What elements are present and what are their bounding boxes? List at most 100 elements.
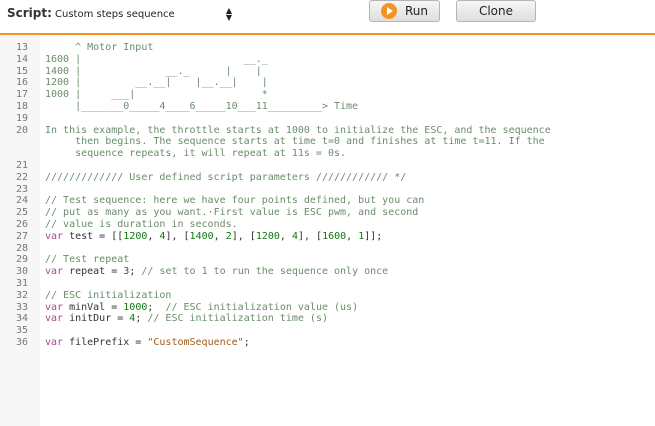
run-button-label: Run <box>404 4 428 18</box>
line-number: 25 <box>15 207 28 219</box>
play-icon <box>380 3 397 19</box>
line-number: 15 <box>15 65 28 77</box>
code-token: 1200 | __.__| |__.__| | <box>45 77 268 89</box>
code-text: |_______0_____4____6_____10___11________… <box>45 101 358 113</box>
code-text: // put as many as you want.·First value … <box>45 207 418 219</box>
line-number: 33 <box>15 301 28 313</box>
code-text: var filePrefix = "CustomSequence"; <box>45 337 250 349</box>
code-token: var <box>45 266 64 278</box>
code-token: // Test sequence: here we have four poin… <box>45 195 425 207</box>
code-token: then begins. The sequence starts at time… <box>45 136 545 148</box>
code-token: |_______0_____4____6_____10___11________… <box>45 101 359 112</box>
code-text: // value is duration in seconds. <box>45 219 238 231</box>
code-token: ]]; <box>364 230 383 242</box>
code-token: 1200 <box>123 230 148 242</box>
code-text: In this example, the throttle starts at … <box>45 125 551 137</box>
line-number: 34 <box>15 313 28 325</box>
clone-button-label: Clone <box>478 4 514 18</box>
line-number: 20 <box>15 124 28 136</box>
line-number: 14 <box>15 53 28 65</box>
clone-button[interactable]: Clone <box>456 0 536 22</box>
updown-arrows-icon: ▲ ▼ <box>225 6 233 22</box>
code-text: // Test repeat <box>45 254 129 266</box>
code-token: ; <box>135 313 148 325</box>
line-number: 22 <box>15 171 28 183</box>
code-token: 1600 <box>322 230 347 242</box>
code-token: In this example, the throttle starts at … <box>45 124 551 136</box>
code-text: var initDur = 4; // ESC initialization t… <box>45 313 328 325</box>
code-token: test = [[ <box>63 230 124 242</box>
code-token: ], [ <box>231 230 256 242</box>
line-number: 30 <box>15 266 28 278</box>
code-token: filePrefix = <box>63 337 148 348</box>
code-text: ///////////// User defined script parame… <box>45 172 406 184</box>
code-token: initDur = <box>63 313 130 325</box>
script-select-value: Custom steps sequence <box>55 8 175 20</box>
code-token: 1000 <box>123 301 148 313</box>
code-token: // Test repeat <box>45 254 130 266</box>
line-number: 17 <box>15 89 28 101</box>
code-token: var <box>45 230 64 242</box>
line-number: 24 <box>15 195 28 207</box>
line-number: 23 <box>15 183 28 195</box>
code-token: 1600 | __._ <box>45 53 268 65</box>
line-number: 27 <box>15 230 28 242</box>
code-token: , <box>213 230 226 242</box>
code-token: sequence repeats, it will repeat at 11s … <box>45 148 347 160</box>
code-token: var <box>45 313 64 325</box>
code-text: sequence repeats, it will repeat at 11s … <box>45 148 346 160</box>
code-token: // ESC initialization <box>45 289 172 301</box>
line-number: 35 <box>15 325 28 337</box>
code-token: // ESC initialization value (us) <box>165 301 359 313</box>
code-text: // ESC initialization <box>45 290 171 302</box>
line-number: 28 <box>15 242 28 254</box>
code-text: 1200 | __.__| |__.__| | <box>45 77 268 89</box>
code-text: var minVal = 1000; // ESC initialization… <box>45 302 358 314</box>
code-token: ], [ <box>297 230 323 242</box>
line-number: 31 <box>15 278 28 289</box>
code-token: ///////////// User defined script parame… <box>45 171 407 183</box>
toolbar: Script: Custom steps sequence ▲ ▼ Run Clo… <box>0 0 655 33</box>
code-token: ^ Motor Input <box>45 42 154 53</box>
code-text: 1000 | ___| * <box>45 89 268 101</box>
code-token: , <box>147 230 160 242</box>
code-token: ], [ <box>165 230 190 242</box>
code-token: 1200 <box>255 230 280 242</box>
code-token: // put as many as you want.·First value … <box>45 207 419 219</box>
line-number: 18 <box>15 101 28 112</box>
code-token: ; <box>129 266 142 278</box>
code-token: // value is duration in seconds. <box>45 219 238 230</box>
line-number: 13 <box>15 42 28 53</box>
code-token: 1000 | ___| * <box>45 89 268 101</box>
code-text: then begins. The sequence starts at time… <box>45 136 545 148</box>
code-token: ; <box>243 337 250 348</box>
code-token: , <box>279 230 292 242</box>
code-token: repeat = <box>63 266 124 278</box>
code-token: ; <box>147 301 166 313</box>
line-number: 19 <box>15 112 28 124</box>
line-number: 36 <box>15 337 28 348</box>
script-label: Script: <box>7 6 52 20</box>
line-number: 16 <box>15 77 28 89</box>
code-token: // set to 1 to run the sequence only onc… <box>141 266 389 278</box>
code-token: var <box>45 301 64 313</box>
line-number: 32 <box>15 289 28 301</box>
code-text: var test = [[1200, 4], [1400, 2], [1200,… <box>45 231 382 243</box>
code-token: 1400 | __._ | | <box>45 65 262 77</box>
line-number: 21 <box>15 160 28 171</box>
code-token: var <box>45 337 64 348</box>
code-text: 1600 | __._ <box>45 54 268 66</box>
code-token: , <box>346 230 359 242</box>
code-text: // Test sequence: here we have four poin… <box>45 195 424 207</box>
run-button[interactable]: Run <box>369 0 440 22</box>
code-token: 1400 <box>189 230 214 242</box>
script-select[interactable]: Custom steps sequence ▲ ▼ <box>55 5 235 23</box>
line-number: 29 <box>15 254 28 266</box>
code-text: var repeat = 3; // set to 1 to run the s… <box>45 266 388 278</box>
code-editor[interactable]: 13 ^ Motor Input 14 1600 | __._ 15 1400 | __… <box>0 35 655 426</box>
code-token: "CustomSequence" <box>147 337 244 348</box>
code-token: // ESC initialization time (s) <box>147 313 328 325</box>
code-text: ^ Motor Input <box>45 42 153 54</box>
line-number: 26 <box>15 219 28 230</box>
code-text: 1400 | __._ | | <box>45 66 262 78</box>
